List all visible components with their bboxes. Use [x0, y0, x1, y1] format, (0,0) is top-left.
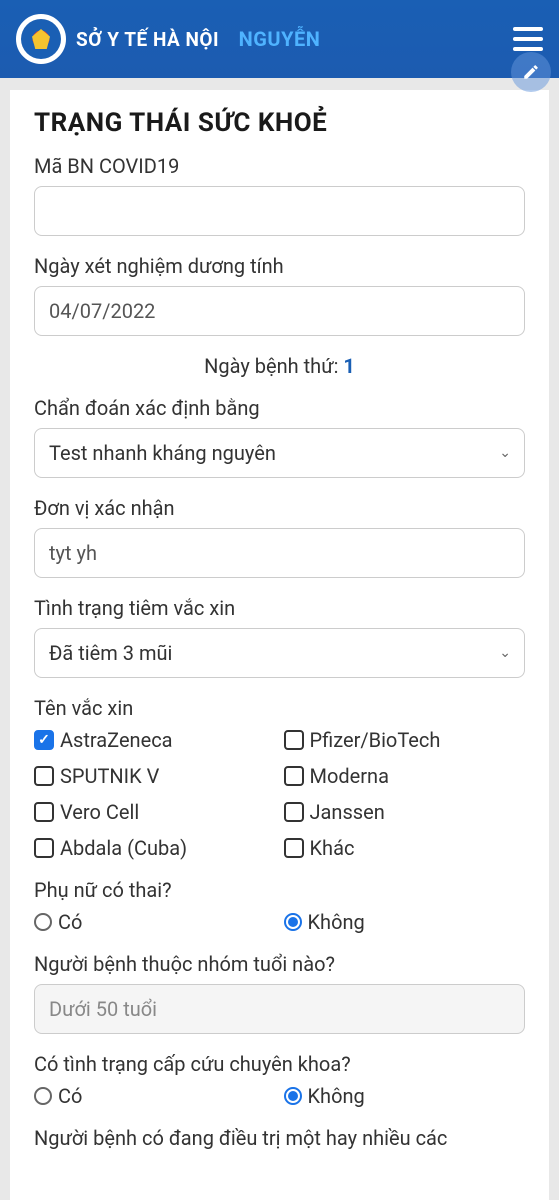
hamburger-line [513, 27, 543, 31]
day-count-value: 1 [343, 354, 354, 378]
app-header: SỞ Y TẾ HÀ NỘI NGUYỄN [0, 0, 559, 78]
vaccine-checkbox[interactable] [284, 802, 304, 822]
emergency-radio-item: Không [284, 1084, 526, 1108]
pregnant-radio[interactable] [284, 913, 302, 931]
vaccine-checkbox-item: Janssen [284, 800, 526, 824]
vaccine-status-label: Tình trạng tiêm vắc xin [34, 596, 525, 620]
day-count-label: Ngày bệnh thứ: [204, 354, 338, 378]
diagnosis-method-select-wrap: Test nhanh kháng nguyên ⌄ [34, 428, 525, 478]
positive-date-input[interactable] [34, 286, 525, 336]
emergency-radio-label: Có [58, 1084, 82, 1108]
positive-date-label: Ngày xét nghiệm dương tính [34, 254, 525, 278]
vaccine-checkbox[interactable] [284, 838, 304, 858]
emergency-radio[interactable] [34, 1087, 52, 1105]
vaccine-checkbox-label: Vero Cell [60, 800, 139, 824]
pregnant-radio-row: Có Không [34, 910, 525, 934]
diagnosis-method-select[interactable]: Test nhanh kháng nguyên [34, 428, 525, 478]
vaccine-grid: ✓ AstraZeneca Pfizer/BioTech SPUTNIK V Moder… [34, 728, 525, 860]
logo-inner [21, 19, 61, 59]
vaccine-checkbox[interactable] [34, 802, 54, 822]
check-icon: ✓ [38, 732, 50, 748]
pregnant-radio[interactable] [34, 913, 52, 931]
confirm-unit-label: Đơn vị xác nhận [34, 496, 525, 520]
vaccine-checkbox-item: Khác [284, 836, 526, 860]
vaccine-checkbox-item: SPUTNIK V [34, 764, 276, 788]
radio-dot [288, 1091, 298, 1101]
menu-button[interactable] [513, 27, 543, 51]
page-title: TRẠNG THÁI SỨC KHOẺ [34, 108, 525, 138]
pencil-icon [522, 63, 540, 81]
vaccine-checkbox[interactable] [34, 766, 54, 786]
emergency-radio[interactable] [284, 1087, 302, 1105]
pregnant-label: Phụ nữ có thai? [34, 878, 525, 902]
vaccine-status-select-wrap: Đã tiêm 3 mũi ⌄ [34, 628, 525, 678]
vaccine-status-select[interactable]: Đã tiêm 3 mũi [34, 628, 525, 678]
day-count-row: Ngày bệnh thứ: 1 [34, 354, 525, 378]
vaccine-checkbox[interactable] [284, 730, 304, 750]
radio-dot [288, 917, 298, 927]
edit-icon[interactable] [511, 52, 551, 92]
emergency-label: Có tình trạng cấp cứu chuyên khoa? [34, 1052, 525, 1076]
vaccine-checkbox[interactable]: ✓ [34, 730, 54, 750]
treatment-question-label: Người bệnh có đang điều trị một hay nhiề… [34, 1126, 525, 1150]
emergency-radio-label: Không [308, 1084, 365, 1108]
vaccine-checkbox[interactable] [34, 838, 54, 858]
vaccine-checkbox-label: Abdala (Cuba) [60, 836, 187, 860]
vaccines-label: Tên vắc xin [34, 696, 525, 720]
vaccine-checkbox-item: Moderna [284, 764, 526, 788]
logo-icon [32, 29, 50, 49]
age-group-value[interactable]: Dưới 50 tuổi [34, 984, 525, 1034]
pregnant-radio-item: Có [34, 910, 276, 934]
pregnant-radio-label: Không [308, 910, 365, 934]
age-group-label: Người bệnh thuộc nhóm tuổi nào? [34, 952, 525, 976]
header-left: SỞ Y TẾ HÀ NỘI [16, 14, 219, 64]
main-content: TRẠNG THÁI SỨC KHOẺ Mã BN COVID19 Ngày x… [10, 90, 549, 1200]
header-title: SỞ Y TẾ HÀ NỘI [76, 28, 219, 51]
emergency-radio-item: Có [34, 1084, 276, 1108]
vaccine-checkbox-label: SPUTNIK V [60, 764, 159, 788]
pregnant-radio-label: Có [58, 910, 82, 934]
confirm-unit-input[interactable] [34, 528, 525, 578]
pregnant-radio-item: Không [284, 910, 526, 934]
vaccine-checkbox-item: ✓ AstraZeneca [34, 728, 276, 752]
vaccine-checkbox-label: Khác [310, 836, 355, 860]
vaccine-checkbox-item: Pfizer/BioTech [284, 728, 526, 752]
vaccine-checkbox[interactable] [284, 766, 304, 786]
covid-code-input[interactable] [34, 186, 525, 236]
app-logo [16, 14, 66, 64]
diagnosis-method-label: Chẩn đoán xác định bằng [34, 396, 525, 420]
vaccine-checkbox-label: Pfizer/BioTech [310, 728, 441, 752]
vaccine-checkbox-label: AstraZeneca [60, 728, 173, 752]
header-user-name[interactable]: NGUYỄN [239, 27, 321, 51]
vaccine-checkbox-label: Moderna [310, 764, 389, 788]
emergency-radio-row: Có Không [34, 1084, 525, 1108]
vaccine-checkbox-item: Abdala (Cuba) [34, 836, 276, 860]
vaccine-checkbox-item: Vero Cell [34, 800, 276, 824]
hamburger-line [513, 37, 543, 41]
covid-code-label: Mã BN COVID19 [34, 154, 525, 178]
vaccine-checkbox-label: Janssen [310, 800, 385, 824]
hamburger-line [513, 47, 543, 51]
